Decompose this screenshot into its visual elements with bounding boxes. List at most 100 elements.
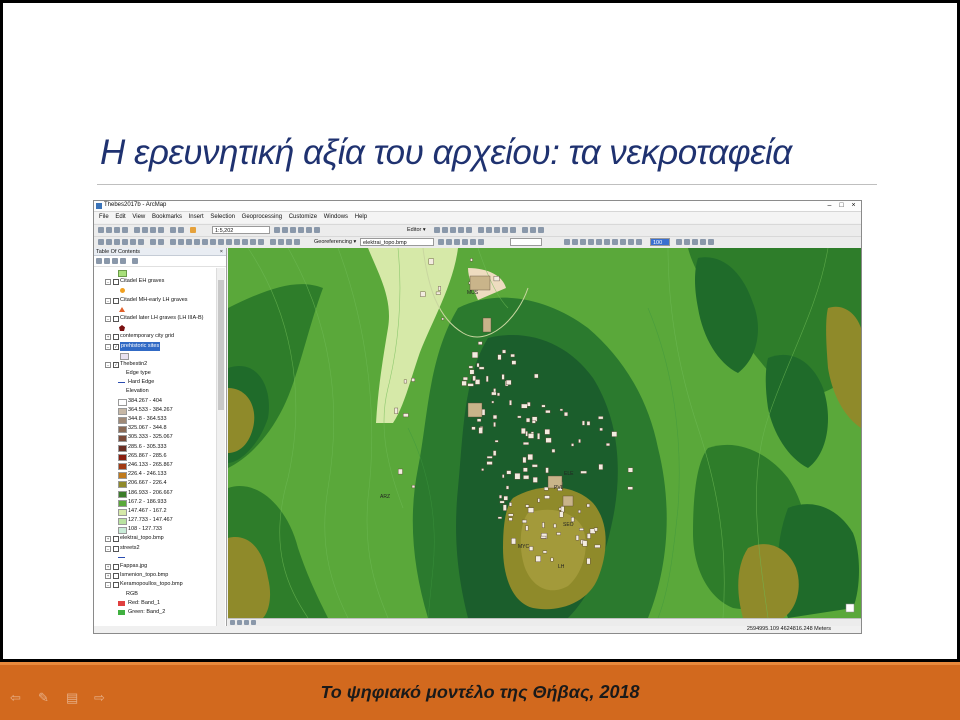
zoom-out-icon[interactable] xyxy=(106,239,112,245)
layer-checkbox[interactable] xyxy=(113,564,119,570)
arctoolbox-icon[interactable] xyxy=(306,227,312,233)
menu-edit[interactable]: Edit xyxy=(115,214,125,220)
image-tool-6-icon[interactable] xyxy=(604,239,610,245)
layer-checkbox[interactable] xyxy=(113,315,119,322)
identify-icon[interactable] xyxy=(194,239,200,245)
pen-icon[interactable]: ✎ xyxy=(38,691,54,704)
cut-polygon-icon[interactable] xyxy=(494,227,500,233)
image-tool-9-icon[interactable] xyxy=(628,239,634,245)
fixed-zoom-in-icon[interactable] xyxy=(130,239,136,245)
scrollbar-thumb[interactable] xyxy=(218,280,224,410)
toc-close-icon[interactable]: × xyxy=(220,248,223,256)
redo-icon[interactable] xyxy=(178,227,184,233)
layer-checkbox[interactable]: ✓ xyxy=(113,343,119,350)
image-tool-15-icon[interactable] xyxy=(708,239,714,245)
layout-view-icon[interactable] xyxy=(237,620,242,625)
menu-geoprocessing[interactable]: Geoprocessing xyxy=(242,214,282,220)
georef-extra-combo[interactable] xyxy=(510,238,542,246)
toc-layer-fappas[interactable]: + Fappas.jpg xyxy=(96,562,214,571)
toc-scrollbar[interactable] xyxy=(216,268,225,626)
menu-selection[interactable]: Selection xyxy=(210,214,235,220)
expand-icon[interactable]: + xyxy=(105,564,111,570)
paste-icon[interactable] xyxy=(150,227,156,233)
layer-checkbox[interactable] xyxy=(113,297,119,304)
map-view[interactable]: MUS ARZ PVL ELE LH SEO MYC xyxy=(228,248,861,618)
expand-icon[interactable]: – xyxy=(105,582,111,589)
expand-icon[interactable]: – xyxy=(105,545,111,552)
reshape-icon[interactable] xyxy=(486,227,492,233)
new-icon[interactable] xyxy=(98,227,104,233)
point-icon[interactable] xyxy=(466,227,472,233)
image-tool-12-icon[interactable] xyxy=(684,239,690,245)
list-by-visibility-icon[interactable] xyxy=(112,258,118,264)
layer-checkbox[interactable] xyxy=(113,279,119,286)
find-icon[interactable] xyxy=(226,239,232,245)
layer-checkbox[interactable] xyxy=(113,582,119,589)
image-tool-4-icon[interactable] xyxy=(588,239,594,245)
full-extent-icon[interactable] xyxy=(122,239,128,245)
find-route-icon[interactable] xyxy=(234,239,240,245)
layer-checkbox[interactable] xyxy=(113,573,119,580)
open-icon[interactable] xyxy=(106,227,112,233)
menu-customize[interactable]: Customize xyxy=(289,214,317,220)
toc-layer-citadel-mh-graves[interactable]: – Citadel MH-early LH graves xyxy=(96,296,214,305)
expand-icon[interactable]: – xyxy=(105,361,111,368)
layer-checkbox[interactable] xyxy=(113,536,119,543)
toc-layer-prehistoric-sites[interactable]: – ✓ prehistoric sites xyxy=(96,341,214,351)
layout-tool-3-icon[interactable] xyxy=(286,239,292,245)
image-tool-13-icon[interactable] xyxy=(692,239,698,245)
zoom-combo[interactable]: 100 xyxy=(650,238,670,246)
forward-arrow-icon[interactable]: ⇨ xyxy=(94,691,110,704)
pan-icon[interactable] xyxy=(114,239,120,245)
expand-icon[interactable]: – xyxy=(105,297,111,304)
edit-annotation-icon[interactable] xyxy=(442,227,448,233)
editor-toolbar-icon[interactable] xyxy=(274,227,280,233)
pause-drawing-icon[interactable] xyxy=(251,620,256,625)
trace-icon[interactable] xyxy=(458,227,464,233)
copy-icon[interactable] xyxy=(142,227,148,233)
python-icon[interactable] xyxy=(314,227,320,233)
list-by-source-icon[interactable] xyxy=(104,258,110,264)
shift-georef-icon[interactable] xyxy=(446,239,452,245)
image-tool-11-icon[interactable] xyxy=(676,239,682,245)
toc-layer-citadel-later-lh-graves[interactable]: – Citadel later LH graves (LH IIIA-B) xyxy=(96,314,214,323)
toc-layer-ismenion-topo[interactable]: + Ismenion_topo.bmp xyxy=(96,571,214,580)
edit-tool-icon[interactable] xyxy=(434,227,440,233)
menu-file[interactable]: File xyxy=(99,214,109,220)
menu-view[interactable]: View xyxy=(132,214,145,220)
toc-layer-thebestin2[interactable]: – ✓ Thebestin2 xyxy=(96,360,214,369)
delete-icon[interactable] xyxy=(158,227,164,233)
zoom-in-icon[interactable] xyxy=(98,239,104,245)
minimize-button[interactable]: – xyxy=(824,201,835,210)
print-icon[interactable] xyxy=(122,227,128,233)
straight-segment-icon[interactable] xyxy=(450,227,456,233)
clear-selection-icon[interactable] xyxy=(178,239,184,245)
back-extent-icon[interactable] xyxy=(150,239,156,245)
view-link-table-icon[interactable] xyxy=(470,239,476,245)
add-data-icon[interactable] xyxy=(190,227,196,233)
html-popup-icon[interactable] xyxy=(210,239,216,245)
georeferencing-menu[interactable]: Georeferencing ▾ xyxy=(314,239,356,245)
cut-icon[interactable] xyxy=(134,227,140,233)
image-tool-3-icon[interactable] xyxy=(580,239,586,245)
fixed-zoom-out-icon[interactable] xyxy=(138,239,144,245)
measure-icon[interactable] xyxy=(218,239,224,245)
menu-help[interactable]: Help xyxy=(355,214,367,220)
layout-tool-icon[interactable] xyxy=(270,239,276,245)
layout-tool-4-icon[interactable] xyxy=(294,239,300,245)
toc-options-icon[interactable] xyxy=(132,258,138,264)
catalog-icon[interactable] xyxy=(290,227,296,233)
data-view-icon[interactable] xyxy=(230,620,235,625)
layout-tool-2-icon[interactable] xyxy=(278,239,284,245)
image-tool-7-icon[interactable] xyxy=(612,239,618,245)
refresh-icon[interactable] xyxy=(244,620,249,625)
list-by-drawing-order-icon[interactable] xyxy=(96,258,102,264)
close-button[interactable]: × xyxy=(848,201,859,210)
undo-icon[interactable] xyxy=(170,227,176,233)
toc-window-icon[interactable] xyxy=(282,227,288,233)
toc-layer-contemporary-city-grid[interactable]: + contemporary city grid xyxy=(96,332,214,341)
split-icon[interactable] xyxy=(502,227,508,233)
georef-layer-combo[interactable]: elektrai_topo.bmp xyxy=(360,238,434,246)
expand-icon[interactable]: – xyxy=(105,315,111,322)
expand-icon[interactable]: + xyxy=(105,334,111,341)
